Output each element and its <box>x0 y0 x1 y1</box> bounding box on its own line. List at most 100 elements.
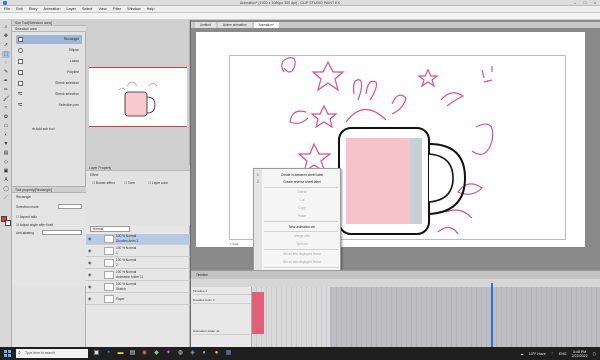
edge-icon[interactable]: ◓ <box>104 349 113 358</box>
notification-icon[interactable]: ▢ <box>593 352 596 356</box>
menu-file[interactable]: File <box>4 7 10 11</box>
clock[interactable]: 3:45 PM 2/22/2022 <box>572 350 588 358</box>
pen-tool-icon[interactable]: ✒ <box>2 78 10 85</box>
effect-border-option[interactable]: ☐ Border effect <box>92 181 115 185</box>
app-icon-orange[interactable]: ● <box>212 349 221 358</box>
app-icon-blue[interactable]: ◈ <box>188 349 197 358</box>
layer-row[interactable]: ◉ 100 % Normal Doodles Anim 2 <box>86 234 190 245</box>
pencil-tool-icon[interactable]: ✏ <box>2 87 10 94</box>
menu-item-copy: Copy <box>298 206 306 210</box>
menu-help[interactable]: Help <box>147 7 155 11</box>
clip-studio-icon[interactable]: ✦ <box>164 349 173 358</box>
taskbar-search[interactable]: ⌕ Type here to search <box>16 349 88 358</box>
layer-row[interactable]: ◉ 100 % Normal Animation folder 11 <box>86 270 190 281</box>
anti-aliasing-label: Anti-aliasing <box>16 231 34 235</box>
decoration-tool-icon[interactable]: ✿ <box>2 114 10 121</box>
subtool-shrink-selection[interactable]: Shrink selection <box>16 79 82 88</box>
layer-row[interactable]: ◉ 100 % Normal 1 <box>86 246 190 257</box>
subtool-ellipse[interactable]: Ellipse <box>16 46 82 55</box>
figure-tool-icon[interactable]: ◇ <box>2 159 10 166</box>
folder-icon <box>104 271 114 279</box>
timeline-cel-selection[interactable] <box>252 292 264 334</box>
eye-icon[interactable]: ◉ <box>88 249 93 253</box>
eye-icon[interactable]: ◉ <box>88 285 93 289</box>
menu-select[interactable]: Select <box>82 7 93 11</box>
line-tool-icon[interactable]: ／ <box>2 195 10 202</box>
polyline-icon <box>18 70 23 75</box>
brush-tool-icon[interactable]: 🖌 <box>2 96 10 103</box>
fill-tool-icon[interactable]: ▼ <box>2 141 10 148</box>
tool-strip: ⌕ ✥ ➚ ⬚ ◌ ✎ ✒ ✏ 🖌 ≈ ✿ ▭ ◐ ▼ ▤ ◇ ▣ A ◯ ／ <box>0 20 12 347</box>
menu-item-create-reverse[interactable]: 2 Create reverse sheet label <box>257 179 340 185</box>
navigator-thumbnail[interactable] <box>89 67 187 127</box>
subtool-selection-pen[interactable]: ≈ Selection pen <box>16 100 82 110</box>
chevron-up-icon[interactable]: ⌃ <box>551 352 554 356</box>
layer-row[interactable]: ◉ 100 % Normal Sketch <box>86 282 190 293</box>
subtool-rectangle[interactable]: Rectangle <box>16 35 82 44</box>
subtool-shrink-selection-2[interactable]: ≈ Shrink selection <box>16 89 82 99</box>
app-icon <box>3 1 7 5</box>
subtool-lasso[interactable]: Lasso <box>16 57 82 66</box>
timeline-track[interactable]: Timeline 1 <box>193 287 251 295</box>
windows-start-icon[interactable] <box>4 350 11 357</box>
weather-text[interactable]: 10°F Haze <box>529 352 546 356</box>
store-icon[interactable]: ▤ <box>128 349 137 358</box>
anti-aliasing-slider[interactable] <box>42 230 82 235</box>
menu-edit[interactable]: Edit <box>16 7 23 11</box>
operation-tool-icon[interactable]: ➚ <box>2 42 10 49</box>
zoom-tool-icon[interactable]: ⌕ <box>2 24 10 31</box>
timeline-track[interactable]: Animation folder 11 <box>193 327 251 335</box>
layer-row[interactable]: ◉ Paper <box>86 294 190 305</box>
blend-mode-select[interactable]: Normal <box>90 226 130 232</box>
task-view-icon[interactable]: ▣ <box>92 349 101 358</box>
menu-item-create-inbetween[interactable]: 1 Create in-between sheet label <box>257 172 340 178</box>
language-indicator[interactable]: ENG <box>559 352 567 356</box>
eye-icon[interactable]: ◉ <box>88 297 93 301</box>
subtool-polyline[interactable]: Polyline <box>16 68 82 77</box>
effect-tone-option[interactable]: ☐ Tone <box>124 181 135 185</box>
menu-story[interactable]: Story <box>29 7 38 11</box>
adjust-angle-label[interactable]: ☑ Adjust angle after fixed <box>16 223 53 227</box>
eraser-tool-icon[interactable]: ▭ <box>2 123 10 130</box>
move-tool-icon[interactable]: ✥ <box>2 33 10 40</box>
aspect-ratio-label[interactable]: ☐ Aspect ratio <box>16 215 37 219</box>
eye-icon[interactable]: ◉ <box>88 273 93 277</box>
chrome-icon[interactable]: ◉ <box>140 349 149 358</box>
blend-tool-icon[interactable]: ◐ <box>2 132 10 139</box>
eye-icon[interactable]: ◉ <box>88 237 93 241</box>
file-explorer-icon[interactable]: ▬ <box>116 349 125 358</box>
balloon-tool-icon[interactable]: ◯ <box>2 186 10 193</box>
app-icon-grey[interactable]: ◍ <box>176 349 185 358</box>
tab-untitled[interactable]: Untitled <box>195 22 216 28</box>
app-icon-white[interactable]: ◐ <box>200 349 209 358</box>
eye-icon[interactable]: ◉ <box>88 261 93 265</box>
tool-property-header: Tool property[Rectangle] <box>12 187 86 193</box>
timeline-track[interactable]: Doodles Anim 2 <box>193 296 251 304</box>
timeline-playhead[interactable] <box>491 283 493 347</box>
menu-filter[interactable]: Filter <box>113 7 121 11</box>
tab-anime-animation[interactable]: Anime animation <box>217 22 252 28</box>
menu-view[interactable]: View <box>99 7 107 11</box>
rectangle-icon <box>18 37 23 42</box>
selection-mode-buttons[interactable] <box>58 204 82 209</box>
text-tool-icon[interactable]: A <box>2 177 10 184</box>
menu-item-delete: Delete <box>297 190 307 194</box>
sub-color-swatch[interactable] <box>5 220 11 226</box>
lasso-tool-icon[interactable]: ◌ <box>2 60 10 67</box>
weather-icon[interactable]: ☁ <box>520 352 524 356</box>
selection-tool-icon[interactable]: ⬚ <box>2 51 10 58</box>
layer-row[interactable]: ◉ 100 % Normal 2 <box>86 258 190 269</box>
airbrush-tool-icon[interactable]: ≈ <box>2 105 10 112</box>
menu-item-new-animation-cel[interactable]: New animation cel <box>264 224 340 230</box>
eyedropper-tool-icon[interactable]: ✎ <box>2 69 10 76</box>
app-icon-word[interactable]: ▦ <box>224 349 233 358</box>
menu-animation[interactable]: Animation <box>44 7 61 11</box>
app-icon-green[interactable]: ◆ <box>152 349 161 358</box>
effect-layer-color-option[interactable]: ☐ Layer color <box>148 181 168 185</box>
add-subtool-button[interactable]: ⊕ Add sub tool <box>32 127 54 131</box>
menu-layer[interactable]: Layer <box>66 7 76 11</box>
frame-tool-icon[interactable]: ▣ <box>2 168 10 175</box>
menu-window[interactable]: Window <box>127 7 141 11</box>
gradient-tool-icon[interactable]: ▤ <box>2 150 10 157</box>
tab-animation[interactable]: Animation* <box>253 22 279 28</box>
